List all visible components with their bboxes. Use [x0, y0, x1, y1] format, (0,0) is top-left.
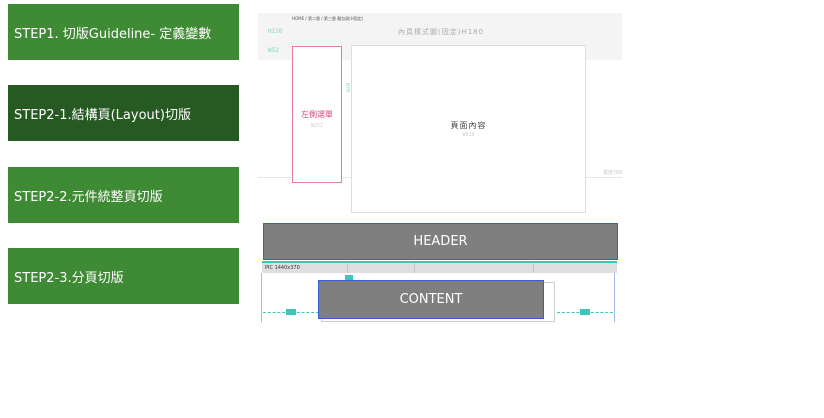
- step-2-3-label: STEP2-3.分頁切版: [14, 270, 124, 286]
- guide-line: [614, 273, 615, 322]
- step-2-2-label: STEP2-2.元件統整頁切版: [14, 189, 163, 205]
- step-2-2-button[interactable]: STEP2-2.元件統整頁切版: [8, 167, 239, 223]
- strip-accent-line: [262, 261, 617, 263]
- layout-wireframe: HOME / 第二層 / 第三層 麵包屑(H固定) H120 W52 內頁樣式圖…: [258, 13, 622, 213]
- banner-strip-label: PIC 1440x370: [265, 265, 300, 271]
- content-label: 頁面內容: [450, 121, 487, 130]
- width-guide-tag: 寬度768: [602, 170, 622, 176]
- strip-divider: [347, 263, 348, 273]
- step-2-3-button[interactable]: STEP2-3.分頁切版: [8, 248, 239, 304]
- header-height-tag: H120: [268, 28, 283, 35]
- breadcrumb: HOME / 第二層 / 第三層 麵包屑(H固定): [292, 16, 364, 21]
- content-width: W910: [462, 132, 475, 138]
- guide-line: [261, 273, 262, 322]
- header-block: HEADER: [263, 223, 618, 260]
- banner-strip: PIC 1440x370: [262, 261, 617, 273]
- step-2-1-label: STEP2-1.結構頁(Layout)切版: [14, 107, 191, 123]
- step-2-1-button[interactable]: STEP2-1.結構頁(Layout)切版: [8, 85, 239, 141]
- side-menu-box: 左側選單 W252: [292, 46, 342, 183]
- content-block: CONTENT: [318, 280, 544, 319]
- vertical-tag: H70: [344, 83, 350, 93]
- side-menu-width: W252: [310, 123, 324, 129]
- step-1-button[interactable]: STEP1. 切版Guideline- 定義變數: [8, 4, 239, 60]
- step-1-label: STEP1. 切版Guideline- 定義變數: [14, 26, 212, 42]
- margin-chip: [580, 309, 590, 315]
- content-box: 頁面內容 W910: [351, 45, 586, 213]
- header-block-label: HEADER: [413, 234, 468, 249]
- side-menu-label: 左側選單: [301, 110, 333, 119]
- width-tag: W52: [268, 47, 279, 54]
- strip-divider: [533, 263, 534, 273]
- content-block-label: CONTENT: [399, 292, 463, 307]
- strip-divider: [414, 263, 415, 273]
- margin-chip: [286, 309, 296, 315]
- header-title: 內頁樣式圖(固定)H180: [398, 28, 485, 36]
